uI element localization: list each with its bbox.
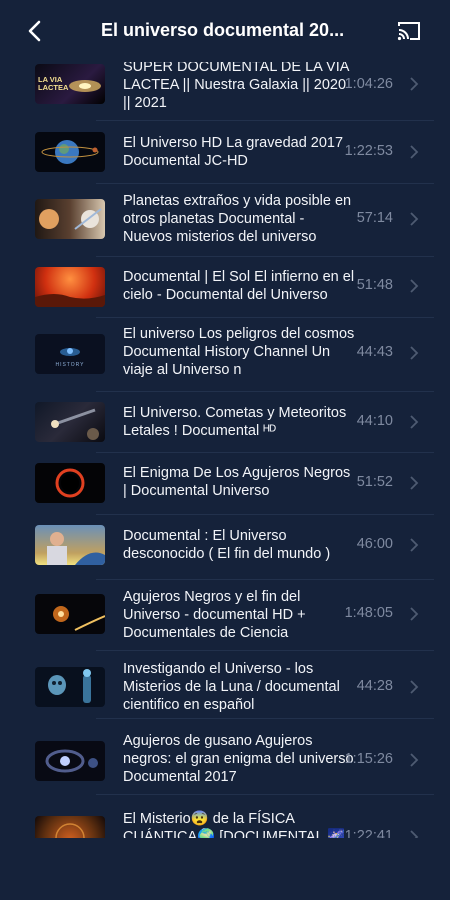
- video-thumbnail: [35, 132, 105, 172]
- thumbnail-image: [60, 348, 80, 356]
- video-thumbnail: [35, 199, 105, 239]
- video-title: SUPER DOCUMENTAL DE LA VIA LACTEA || Nue…: [123, 59, 349, 111]
- divider: [96, 794, 434, 795]
- video-title: Agujeros Negros y el fin del Universo - …: [123, 589, 306, 641]
- video-duration: 1:22:41: [344, 828, 393, 838]
- video-list: LA VIA LACTEA SUPER DOCUMENTAL DE LA VIA…: [0, 58, 450, 838]
- page-title: El universo documental 20...: [101, 20, 345, 40]
- divider: [96, 452, 434, 453]
- list-item[interactable]: El Enigma De Los Agujeros Negros | Docum…: [0, 454, 450, 515]
- thumbnail-image: [35, 294, 105, 307]
- video-duration: 51:48: [356, 277, 393, 293]
- list-item[interactable]: HISTORY El universo Los peligros del cos…: [0, 320, 450, 392]
- video-thumbnail: [35, 816, 105, 838]
- divider: [96, 718, 434, 719]
- video-duration: 46:00: [356, 536, 393, 552]
- divider: [96, 514, 434, 515]
- list-item[interactable]: Investigando el Universo - los Misterios…: [0, 652, 450, 719]
- chevron-right-icon: [410, 476, 419, 490]
- video-title: El Universo. Cometas y Meteoritos Letale…: [123, 405, 347, 439]
- list-item[interactable]: Agujeros Negros y el fin del Universo - …: [0, 582, 450, 651]
- thumbnail-image: [48, 669, 91, 703]
- list-item[interactable]: Planetas extraños y vida posible en otro…: [0, 186, 450, 257]
- video-title: El universo Los peligros del cosmos Docu…: [123, 326, 355, 378]
- chevron-right-icon: [410, 680, 419, 694]
- chevron-right-icon: [410, 538, 419, 552]
- thumbnail-image: [55, 468, 85, 498]
- video-title: Documental | El Sol El infierno en el ci…: [123, 269, 355, 303]
- thumbnail-image: [39, 208, 102, 230]
- divider: [96, 256, 434, 257]
- video-duration: 44:43: [356, 344, 393, 360]
- thumbnail-image: [55, 823, 85, 838]
- chevron-right-icon: [410, 830, 419, 838]
- chevron-right-icon: [410, 212, 419, 226]
- thumbnail-image: [45, 749, 98, 773]
- chevron-left-icon[interactable]: [22, 18, 48, 44]
- thumbnail-image: [47, 532, 105, 565]
- list-item[interactable]: LA VIA LACTEA SUPER DOCUMENTAL DE LA VIA…: [0, 58, 450, 121]
- video-title: El Enigma De Los Agujeros Negros | Docum…: [123, 465, 351, 499]
- cast-icon[interactable]: [396, 20, 422, 42]
- chevron-right-icon: [410, 753, 419, 767]
- list-item[interactable]: Agujeros de gusano Agujeros negros: el g…: [0, 720, 450, 795]
- thumbnail-image: [53, 606, 105, 631]
- video-duration: 1:15:26: [344, 751, 393, 767]
- list-item[interactable]: El Universo. Cometas y Meteoritos Letale…: [0, 394, 450, 453]
- video-thumbnail: HISTORY: [35, 334, 105, 374]
- thumbnail-logo-text: HISTORY: [55, 362, 85, 368]
- video-title: Documental : El Universo desconocido ( E…: [123, 528, 331, 562]
- video-thumbnail: [35, 463, 105, 503]
- video-thumbnail: [35, 594, 105, 634]
- list-item[interactable]: El Universo HD La gravedad 2017 Document…: [0, 122, 450, 184]
- chevron-right-icon: [410, 145, 419, 159]
- divider: [96, 391, 434, 392]
- list-item[interactable]: El Misterio😨 de la FÍSICA CUÁNTICA🌍 [DOC…: [0, 798, 450, 838]
- video-title: El Universo HD La gravedad 2017 Document…: [123, 135, 344, 169]
- chevron-right-icon: [410, 77, 419, 91]
- video-duration: 1:48:05: [344, 605, 393, 621]
- chevron-right-icon: [410, 279, 419, 293]
- list-item[interactable]: Documental : El Universo desconocido ( E…: [0, 516, 450, 580]
- video-title: Investigando el Universo - los Misterios…: [123, 661, 340, 713]
- divider: [96, 183, 434, 184]
- app-header: El universo documental 20...: [0, 0, 450, 62]
- video-thumbnail: [35, 267, 105, 307]
- divider: [96, 650, 434, 651]
- thumbnail-image: [41, 140, 99, 164]
- video-thumbnail: [35, 402, 105, 442]
- video-duration: 1:22:53: [344, 143, 393, 159]
- video-duration: 44:28: [356, 678, 393, 694]
- video-title: Agujeros de gusano Agujeros negros: el g…: [123, 733, 354, 785]
- divider: [96, 120, 434, 121]
- video-duration: 57:14: [356, 210, 393, 226]
- video-duration: 51:52: [356, 474, 393, 490]
- video-thumbnail: [35, 667, 105, 707]
- video-thumbnail: [35, 525, 105, 565]
- video-duration: 1:04:26: [344, 76, 393, 92]
- bottom-bar: [0, 838, 450, 900]
- divider: [96, 317, 434, 318]
- divider: [96, 579, 434, 580]
- chevron-right-icon: [410, 346, 419, 360]
- thumbnail-logo-text: LA VIA LACTEA: [38, 75, 69, 92]
- video-title: El Misterio😨 de la FÍSICA CUÁNTICA🌍 [DOC…: [123, 811, 346, 838]
- video-thumbnail: LA VIA LACTEA: [35, 64, 105, 104]
- video-thumbnail: [35, 741, 105, 781]
- list-item[interactable]: Documental | El Sol El infierno en el ci…: [0, 258, 450, 318]
- chevron-right-icon: [410, 607, 419, 621]
- thumbnail-image: [51, 408, 99, 440]
- chevron-right-icon: [410, 415, 419, 429]
- video-title: Planetas extraños y vida posible en otro…: [123, 193, 352, 245]
- video-duration: 44:10: [356, 413, 393, 429]
